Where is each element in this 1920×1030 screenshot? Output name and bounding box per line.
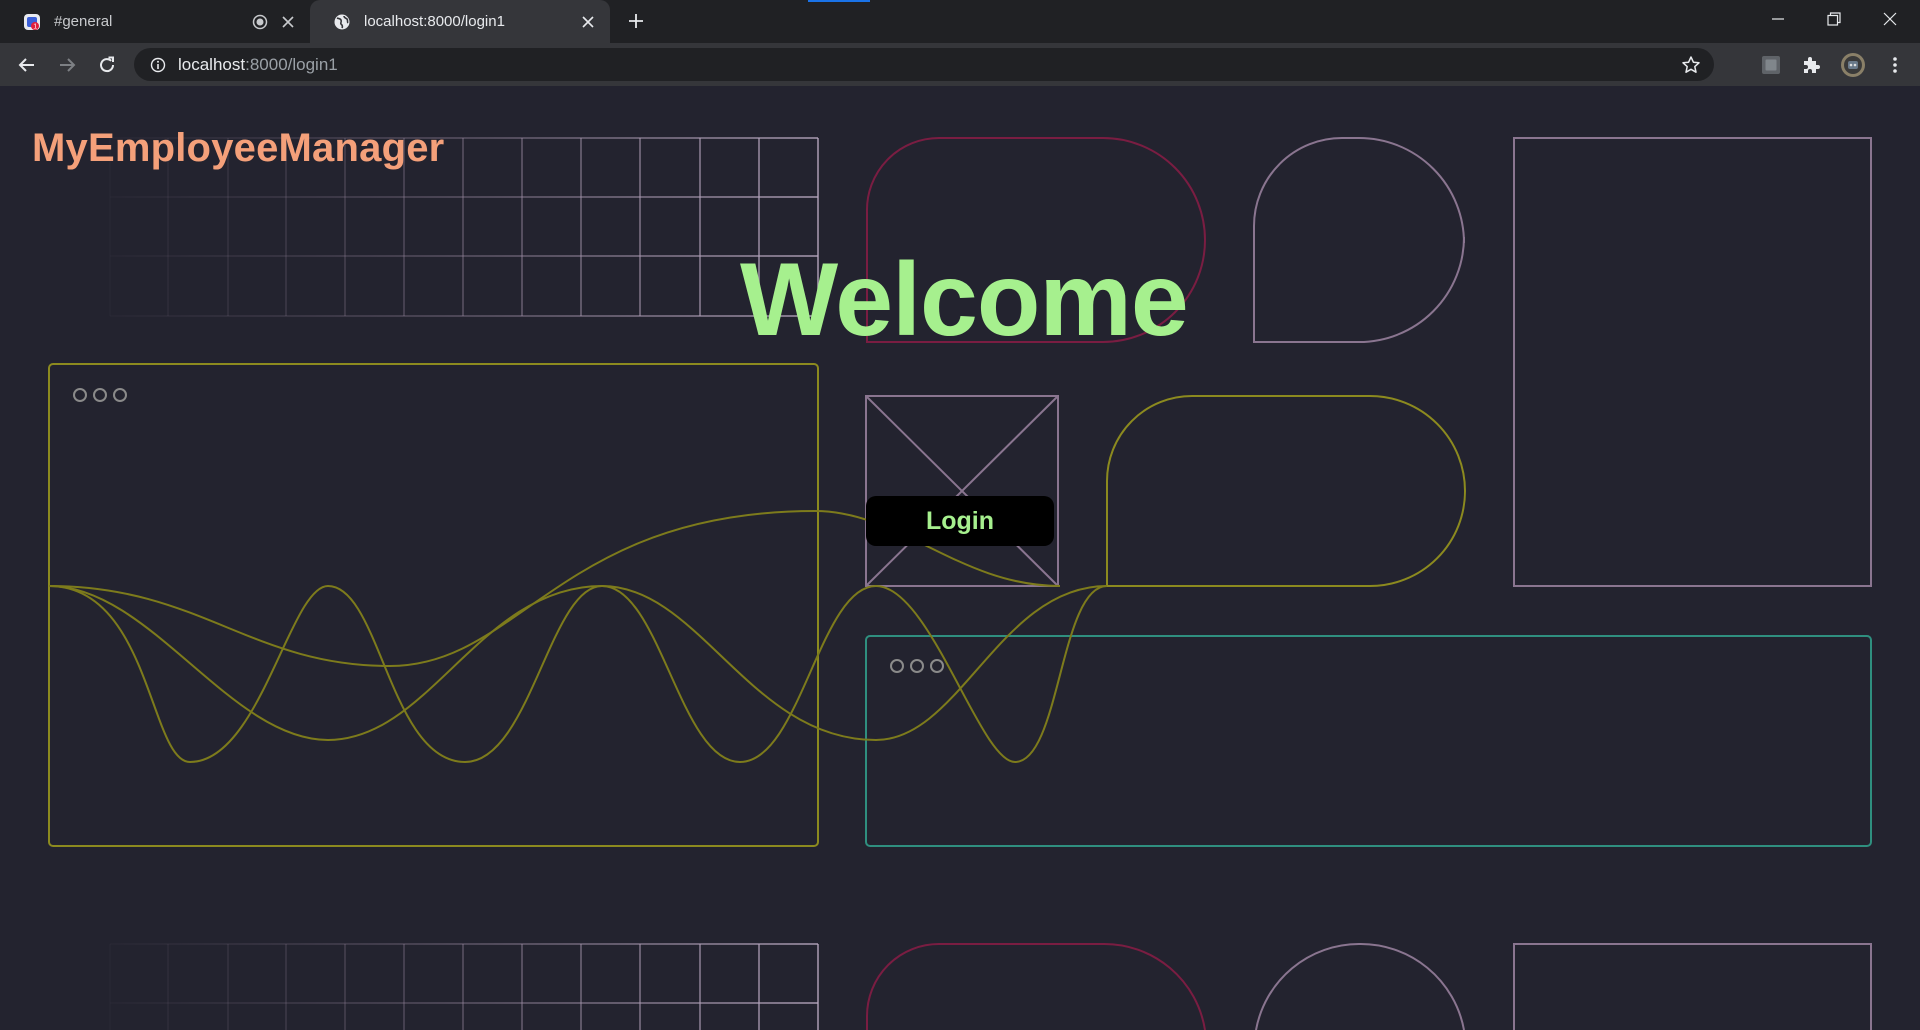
tab-login[interactable]: localhost:8000/login1 [310,0,610,43]
tab-strip-accent [808,0,870,2]
slack-favicon: 1 [22,12,42,32]
browser-toolbar: localhost:8000/login1 [0,43,1920,86]
forward-icon[interactable] [52,50,82,80]
window-dots-left [73,388,127,402]
recording-icon [250,12,270,32]
window-close-icon[interactable] [1862,0,1918,38]
svg-text:1: 1 [33,23,37,30]
window-dots-teal [890,659,944,673]
mauve-drop-shape-bottom [1255,942,1465,1030]
welcome-heading: Welcome [740,242,1189,358]
more-menu-icon[interactable] [1880,50,1910,80]
tab-general[interactable]: 1 #general [0,0,310,43]
tab-title: #general [54,13,113,30]
page-viewport: MyEmployeeManager Welcome Login [0,86,1920,1030]
info-icon[interactable] [148,55,168,75]
url-path: :8000/login1 [245,54,338,74]
puzzle-icon[interactable] [1796,50,1826,80]
back-icon[interactable] [12,50,42,80]
bookmark-star-icon[interactable] [1680,54,1702,76]
login-button[interactable]: Login [866,496,1054,546]
address-bar[interactable]: localhost:8000/login1 [134,48,1714,81]
profile-avatar[interactable] [1838,50,1868,80]
brand-logo-text[interactable]: MyEmployeeManager [32,126,444,171]
olive-window-frame [48,363,819,847]
olive-pill-shape [1106,395,1467,587]
reload-icon[interactable] [92,50,122,80]
new-tab-icon[interactable] [624,9,648,33]
mauve-tall-frame-bottom [1513,943,1872,1030]
mauve-drop-shape [1253,137,1465,343]
close-icon[interactable] [278,12,298,32]
teal-window-frame [865,635,1872,847]
minimize-icon[interactable] [1750,0,1806,38]
mauve-tall-frame [1513,137,1872,587]
restore-icon[interactable] [1806,0,1862,38]
crimson-rounded-shape-bottom [866,942,1206,1030]
close-icon[interactable] [578,12,598,32]
crossed-placeholder-box [865,395,1059,587]
extension-box-icon[interactable] [1756,50,1786,80]
tab-title: localhost:8000/login1 [364,13,505,30]
decorative-background [48,137,1872,1030]
url-host: localhost [178,54,246,74]
browser-tab-strip: 1 #general localhost:8000/login1 [0,0,1920,43]
grid-pattern-bottom [109,943,819,1030]
globe-icon [332,12,352,32]
address-url: localhost:8000/login1 [178,55,338,75]
